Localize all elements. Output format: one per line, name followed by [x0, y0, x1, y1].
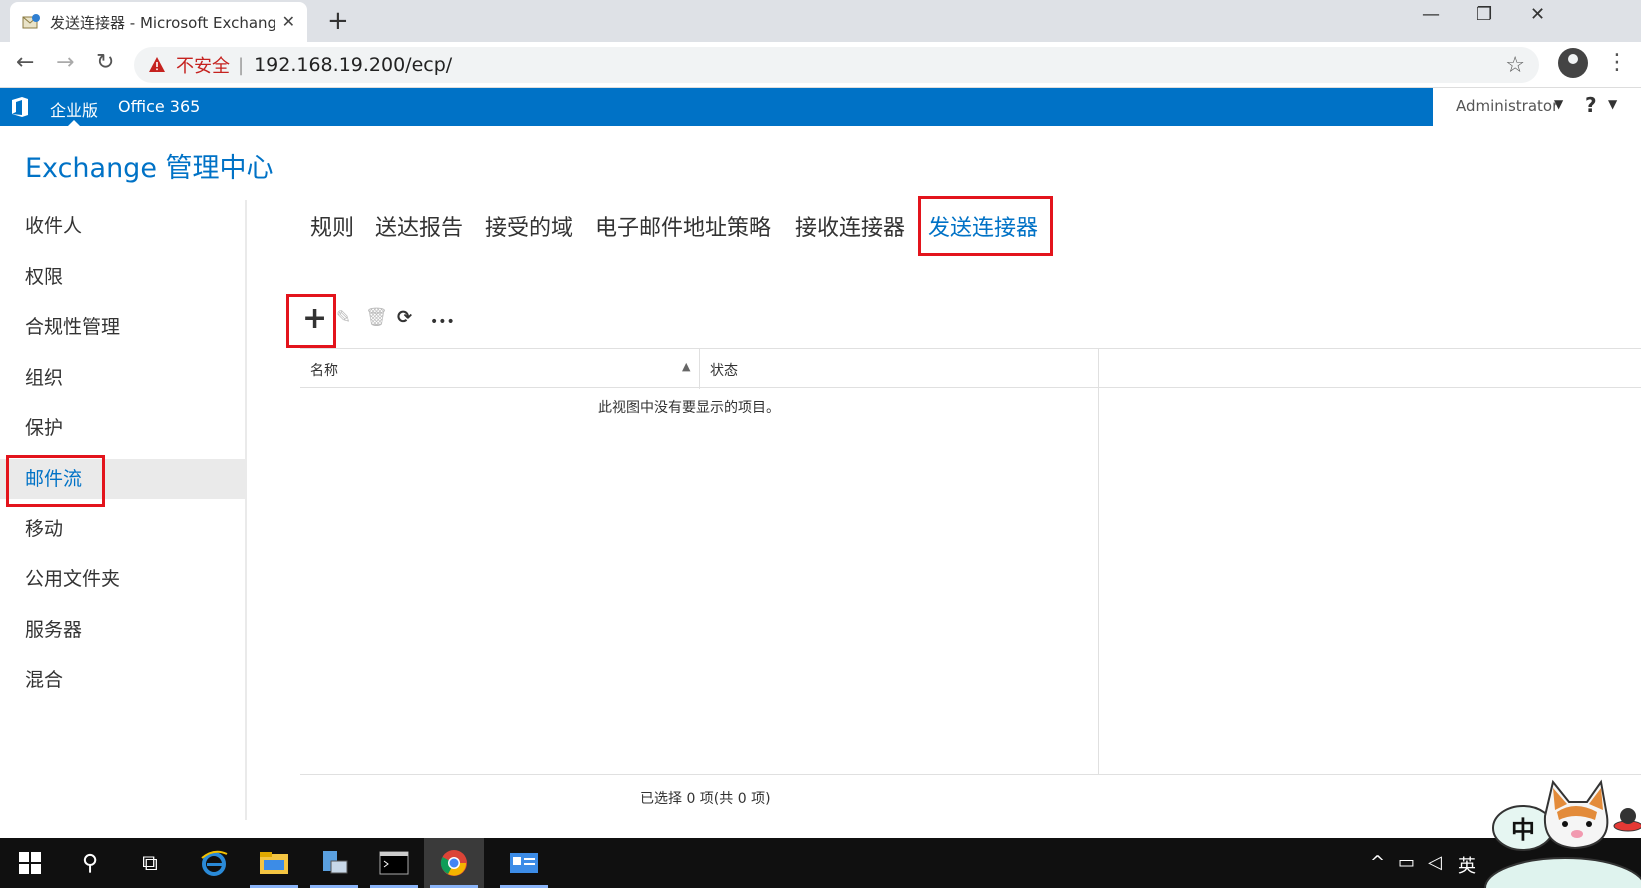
o365-brand-bar: 企业版 Office 365 [0, 88, 1433, 126]
delete-icon[interactable]: 🗑 [365, 307, 388, 328]
nav-item-permissions[interactable]: 权限 [0, 257, 247, 297]
windows-taskbar: ⚲ ⧉ ^ ▭ ◁ 英 [0, 838, 1641, 888]
page-title: Exchange 管理中心 [25, 153, 274, 184]
highlight-box-add [286, 294, 336, 348]
task-view-icon[interactable]: ⧉ [120, 838, 180, 888]
forward-icon[interactable]: → [56, 50, 74, 75]
help-icon[interactable]: ? [1585, 93, 1597, 117]
address-bar-row: ← → ↻ 不安全 | 192.168.19.200/ecp/ ☆ ⋮ [0, 42, 1641, 88]
highlight-box-mail-flow [6, 455, 105, 507]
terminal-icon[interactable] [364, 838, 424, 888]
left-nav: 收件人 权限 合规性管理 组织 保护 邮件流 移动 公用文件夹 服务器 混合 [0, 200, 247, 820]
nav-item-compliance[interactable]: 合规性管理 [0, 307, 247, 347]
edit-icon[interactable]: ✎ [336, 307, 351, 328]
omnibox[interactable]: 不安全 | 192.168.19.200/ecp/ ☆ [134, 47, 1539, 83]
chrome-icon[interactable] [424, 838, 484, 888]
server-icon [323, 851, 348, 874]
tray-chevron-icon[interactable]: ^ [1370, 852, 1385, 873]
windows-logo-icon [19, 852, 41, 874]
cmd-icon [379, 851, 409, 875]
tab-accepted-domains[interactable]: 接受的域 [485, 210, 573, 242]
active-pointer [68, 120, 80, 126]
url-text[interactable]: 192.168.19.200/ecp/ [254, 54, 452, 76]
search-icon[interactable]: ⚲ [60, 838, 120, 888]
enterprise-link[interactable]: 企业版 [50, 97, 98, 121]
bookmark-star-icon[interactable]: ☆ [1505, 53, 1525, 78]
refresh-icon[interactable]: ⟳ [397, 307, 412, 328]
nav-item-mobile[interactable]: 移动 [0, 509, 247, 549]
chrome-logo-icon [440, 850, 467, 876]
details-pane-divider [1098, 388, 1099, 774]
card-icon [510, 853, 538, 873]
profile-avatar-icon[interactable] [1558, 48, 1588, 78]
tab-rules[interactable]: 规则 [310, 210, 354, 242]
minimize-icon[interactable]: — [1422, 4, 1440, 25]
tab-close-icon[interactable]: ✕ [282, 12, 295, 31]
ie-icon[interactable] [184, 838, 244, 888]
reload-icon[interactable]: ↻ [96, 50, 114, 75]
help-chevron-down-icon[interactable]: ▼ [1608, 97, 1617, 111]
window-close-icon[interactable]: ✕ [1530, 4, 1545, 25]
o365-header: 企业版 Office 365 Administrator ▼ ? ▼ [0, 88, 1641, 126]
tab-email-address-policies[interactable]: 电子邮件地址策略 [595, 210, 771, 242]
office-logo-icon[interactable] [10, 96, 30, 118]
nav-item-protection[interactable]: 保护 [0, 408, 247, 448]
column-divider[interactable] [699, 349, 700, 389]
tab-delivery-reports[interactable]: 送达报告 [375, 210, 463, 242]
nav-item-servers[interactable]: 服务器 [0, 610, 247, 650]
more-options-icon[interactable]: ••• [430, 314, 455, 330]
warning-icon [149, 57, 165, 72]
start-button[interactable] [0, 838, 60, 888]
tab-strip: 发送连接器 - Microsoft Exchange ✕ + — ❐ ✕ [0, 0, 1641, 42]
column-header-status[interactable]: 状态 [710, 360, 738, 380]
grid-bottom-border [300, 774, 1641, 775]
back-icon[interactable]: ← [16, 50, 34, 75]
nav-item-organization[interactable]: 组织 [0, 358, 247, 398]
ie-logo-icon [201, 850, 228, 876]
grid-header: 名称 ▲ 状态 [300, 348, 1641, 389]
browser-menu-icon[interactable]: ⋮ [1606, 50, 1628, 75]
restore-icon[interactable]: ❐ [1476, 4, 1492, 25]
column-header-name[interactable]: 名称 [310, 360, 338, 380]
browser-tab[interactable]: 发送连接器 - Microsoft Exchange ✕ [10, 2, 307, 42]
exchange-favicon-icon [22, 14, 40, 29]
office365-link[interactable]: Office 365 [118, 97, 200, 116]
volume-icon[interactable]: ◁ [1428, 852, 1442, 873]
user-menu[interactable]: Administrator [1456, 97, 1558, 115]
tab-title: 发送连接器 - Microsoft Exchange [50, 13, 275, 32]
folder-icon [260, 852, 288, 874]
ime-badge: 中 [1511, 816, 1535, 844]
mascot-cat-icon: 中 [1484, 779, 1641, 888]
insecure-label: 不安全 [176, 56, 230, 77]
column-divider[interactable] [1098, 349, 1099, 389]
sort-ascending-icon[interactable]: ▲ [682, 360, 690, 373]
chevron-down-icon[interactable]: ▼ [1554, 97, 1563, 111]
network-icon[interactable]: ▭ [1398, 852, 1415, 873]
empty-message: 此视图中没有要显示的项目。 [598, 400, 780, 416]
omnibox-separator: | [238, 54, 245, 76]
contacts-app-icon[interactable] [494, 838, 554, 888]
nav-item-public-folders[interactable]: 公用文件夹 [0, 559, 247, 599]
nav-item-hybrid[interactable]: 混合 [0, 660, 247, 700]
nav-item-recipients[interactable]: 收件人 [0, 206, 247, 246]
highlight-box-send-connectors [918, 196, 1053, 256]
tab-receive-connectors[interactable]: 接收连接器 [795, 210, 905, 242]
selection-status: 已选择 0 项(共 0 项) [640, 791, 771, 807]
file-explorer-icon[interactable] [244, 838, 304, 888]
server-manager-icon[interactable] [304, 838, 364, 888]
new-tab-button[interactable]: + [327, 6, 349, 36]
